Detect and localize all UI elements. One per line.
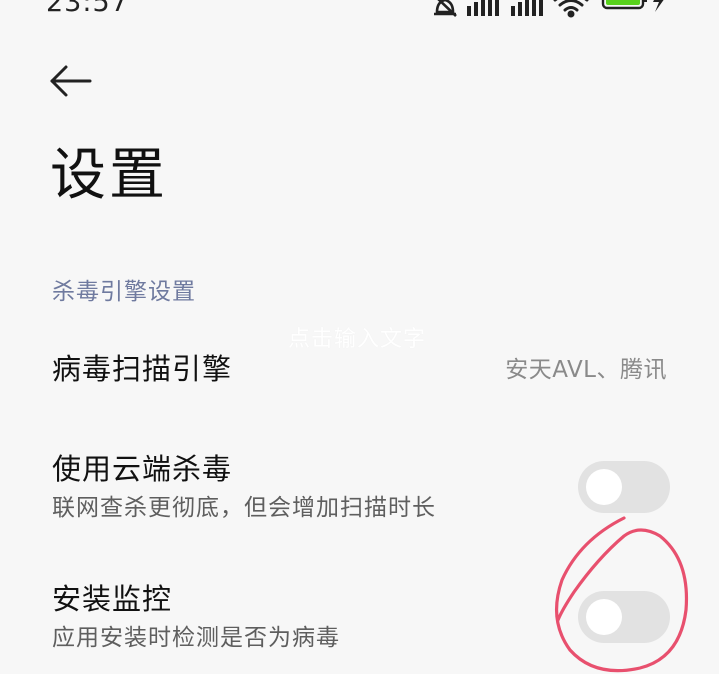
charging-icon: [653, 0, 664, 12]
wifi-icon: [553, 0, 589, 18]
row-title: 病毒扫描引擎: [52, 352, 233, 386]
row-title: 使用云端杀毒: [52, 452, 233, 486]
row-value: 安天AVL、腾讯: [505, 357, 667, 383]
row-subtitle: 联网查杀更彻底，但会增加扫描时长: [52, 495, 436, 521]
toggle-knob: [586, 469, 622, 505]
toggle-knob: [586, 599, 622, 635]
settings-screen: 23:57 设置 杀毒引擎设置 点击输入文字 病毒扫描引擎 安天AVL、腾讯 使…: [0, 0, 719, 674]
install-monitor-toggle[interactable]: [578, 591, 670, 643]
back-button[interactable]: [48, 64, 100, 104]
status-icons: 80: [431, 0, 681, 18]
status-time: 23:57: [46, 0, 129, 18]
back-arrow-icon: [50, 65, 92, 97]
section-header: 杀毒引擎设置: [52, 279, 196, 305]
mute-bell-icon: [434, 0, 457, 17]
battery-level: 80: [611, 0, 630, 4]
row-title: 安装监控: [52, 582, 173, 616]
cloud-antivirus-toggle[interactable]: [578, 461, 670, 513]
status-bar: 23:57: [0, 0, 719, 26]
signal-icon: [467, 0, 499, 16]
signal-icon: [511, 0, 543, 16]
row-subtitle: 应用安装时检测是否为病毒: [52, 625, 340, 651]
page-title: 设置: [50, 143, 168, 208]
